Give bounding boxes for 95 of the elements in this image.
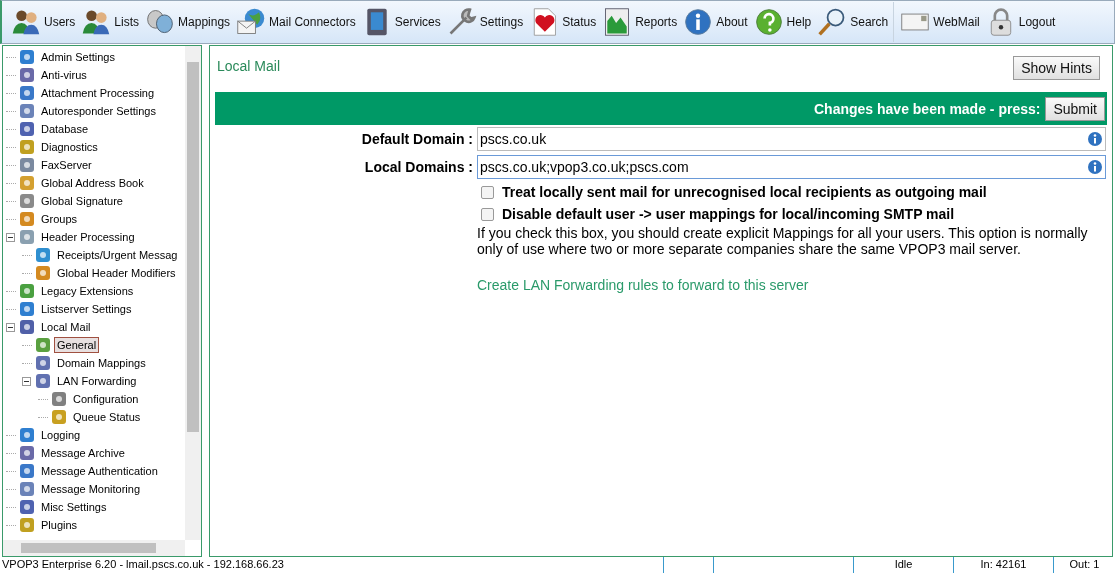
status-text: Out: 1 <box>1053 557 1115 573</box>
tree-item[interactable]: Configuration <box>70 391 142 407</box>
tree-node-icon <box>34 372 52 390</box>
tree-node-icon <box>34 264 52 282</box>
checkbox[interactable] <box>481 185 494 199</box>
toolbar-button[interactable]: Services <box>360 2 446 42</box>
tree-node-icon <box>34 336 52 354</box>
tree-node-icon <box>18 66 36 84</box>
tree-item[interactable]: Misc Settings <box>38 499 110 515</box>
tree-node-icon <box>18 480 36 498</box>
tree-item[interactable]: Listserver Settings <box>38 301 135 317</box>
tree-node-icon <box>18 498 36 516</box>
option-label: Disable default user -> user mappings for local/incoming SMTP mail <box>502 206 955 222</box>
checkbox[interactable] <box>481 207 494 221</box>
help-icon <box>753 7 784 37</box>
tree-item[interactable]: General <box>54 337 100 353</box>
tree-node-icon <box>18 462 36 480</box>
globe-icon <box>236 7 267 37</box>
tree-node-icon <box>34 354 52 372</box>
tree-node-icon <box>18 192 36 210</box>
tree-node-icon <box>34 246 52 264</box>
tree-node-icon <box>18 48 36 66</box>
tree-item[interactable]: Groups <box>38 211 81 227</box>
toolbar-button[interactable]: Settings <box>445 2 529 42</box>
show-hints-button[interactable]: Show Hints <box>1013 56 1100 80</box>
tree-item[interactable]: Message Authentication <box>38 463 161 479</box>
option-label: Treat locally sent mail for unrecognised local recipients as outgoing mail <box>502 184 987 200</box>
help-text: If you check this box, you should create explicit Mappings for all your users. This option is normally only of use where two or more separate companies share the same VPOP3 mail server. <box>477 225 1089 257</box>
tree-node-icon <box>18 444 36 462</box>
input-field[interactable]: pscs.co.uk;vpop3.co.uk;pscs.com <box>477 155 1106 179</box>
submit-button[interactable]: Submit <box>1045 96 1105 121</box>
field-label: Local Domains : <box>363 159 474 175</box>
field-label: Default Domain : <box>360 131 474 147</box>
info-icon[interactable] <box>1087 159 1103 175</box>
vertical-scrollbar[interactable] <box>185 46 201 540</box>
tree-node-icon <box>18 102 36 120</box>
toolbar-button[interactable]: Logout <box>984 2 1061 42</box>
tree-node-icon <box>18 516 36 534</box>
tree-node-icon <box>18 282 36 300</box>
tree-item[interactable]: Queue Status <box>70 409 144 425</box>
tree-item[interactable]: Database <box>38 121 92 137</box>
tree-item[interactable]: Global Address Book <box>38 175 147 191</box>
horizontal-scrollbar[interactable] <box>3 540 185 556</box>
tree-node-icon <box>18 156 36 174</box>
tree-item[interactable]: Logging <box>38 427 84 443</box>
tree-node-icon <box>50 408 68 426</box>
tree-node-icon <box>18 84 36 102</box>
tree-item[interactable]: Anti-virus <box>38 67 90 83</box>
tree-item[interactable]: Global Header Modifiers <box>54 265 179 281</box>
toolbar-button[interactable]: Users <box>10 2 81 42</box>
page-title: Local Mail <box>217 58 281 74</box>
tree-item[interactable]: Attachment Processing <box>38 85 158 101</box>
tree-node-icon <box>18 318 36 336</box>
status-text: Idle <box>853 557 953 573</box>
tree-node-icon <box>18 174 36 192</box>
toolbar-button[interactable]: Mail Connectors <box>235 2 361 42</box>
toolbar-button[interactable]: Lists <box>80 2 145 42</box>
tree-item[interactable]: Diagnostics <box>38 139 101 155</box>
tree-item[interactable]: Header Processing <box>38 229 138 245</box>
tree-node-icon <box>18 138 36 156</box>
tree-node-icon <box>50 390 68 408</box>
tree-item[interactable]: Receipts/Urgent Messag <box>54 247 181 263</box>
tree-item[interactable]: Global Signature <box>38 193 126 209</box>
toolbar-button[interactable]: Reports <box>601 2 683 42</box>
tree-item[interactable]: Plugins <box>38 517 81 533</box>
tree-node-icon <box>18 210 36 228</box>
tree-item[interactable]: Admin Settings <box>38 49 118 65</box>
toolbar-button[interactable]: Mappings <box>144 2 236 42</box>
tree-item[interactable]: FaxServer <box>38 157 95 173</box>
toolbar-button[interactable]: Status <box>528 2 602 42</box>
tree-node-icon <box>18 300 36 318</box>
info-icon <box>683 7 714 37</box>
tree-node-icon <box>18 120 36 138</box>
input-field[interactable]: pscs.co.uk <box>477 127 1106 151</box>
toolbar-button[interactable]: Search <box>816 2 894 42</box>
tree-item[interactable]: LAN Forwarding <box>54 373 140 389</box>
collapse-icon[interactable] <box>6 232 15 242</box>
toolbar-button[interactable]: Help <box>752 2 817 42</box>
tree-item[interactable]: Domain Mappings <box>54 355 149 371</box>
collapse-icon[interactable] <box>22 376 31 386</box>
tree-item[interactable]: Message Monitoring <box>38 481 144 497</box>
tree-node-icon <box>18 228 36 246</box>
status-text: In: 42161 <box>953 557 1053 573</box>
lan-forwarding-link[interactable]: Create LAN Forwarding rules to forward to this server <box>477 277 809 293</box>
changes-message: Changes have been made - press: <box>814 100 1041 117</box>
status-text: VPOP3 Enterprise 6.20 - lmail.pscs.co.uk - 192.168.66.23 <box>1 557 285 572</box>
collapse-icon[interactable] <box>6 322 15 332</box>
info-icon[interactable] <box>1087 131 1103 147</box>
tree-item[interactable]: Legacy Extensions <box>38 283 137 299</box>
tree-item[interactable]: Message Archive <box>38 445 128 461</box>
tree-item[interactable]: Autoresponder Settings <box>38 103 159 119</box>
tree-item[interactable]: Local Mail <box>38 319 94 335</box>
tree-node-icon <box>18 426 36 444</box>
toolbar-button[interactable]: About <box>682 2 753 42</box>
toolbar-button[interactable]: WebMail <box>893 2 985 42</box>
